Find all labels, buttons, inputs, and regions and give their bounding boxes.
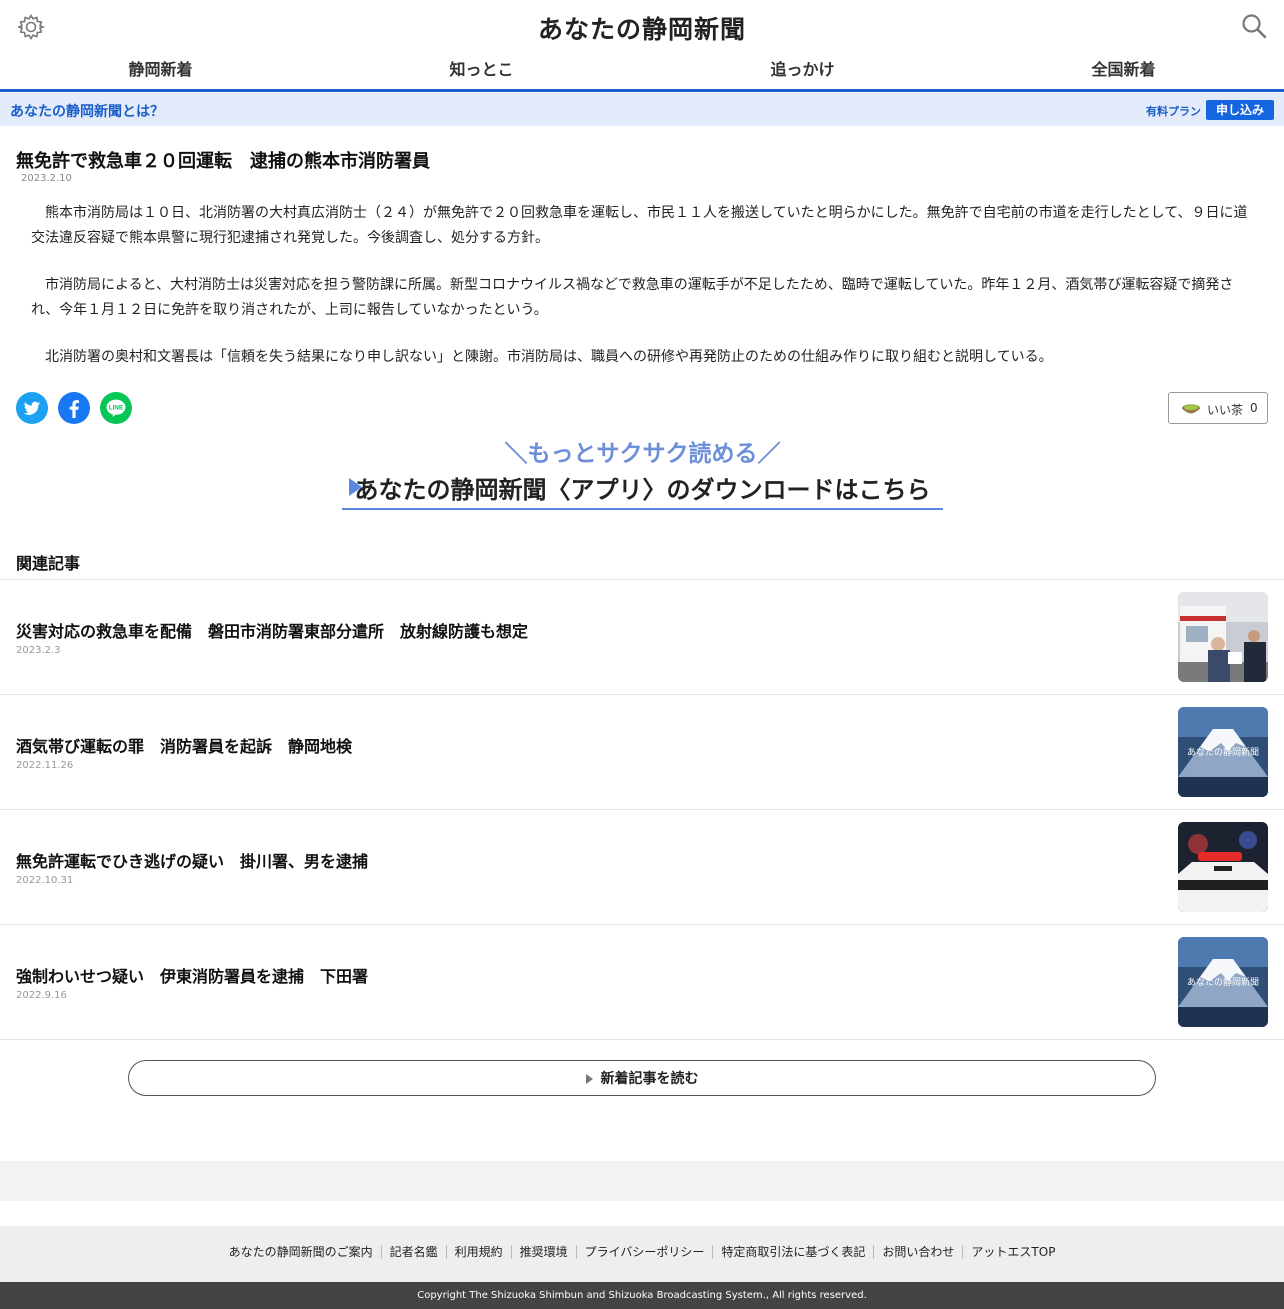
read-latest-label: 新着記事を読む: [600, 1071, 699, 1087]
svg-text:LINE: LINE: [109, 405, 124, 412]
article-title: 無免許で救急車２０回運転 逮捕の熊本市消防署員: [16, 151, 430, 172]
article-paragraph: 熊本市消防局は１０日、北消防署の大村真広消防士（２４）が無免許で２０回救急車を運…: [31, 205, 1248, 246]
tea-count: 0: [1250, 401, 1258, 415]
category-nav: 静岡新着 知っとこ 追っかけ 全国新着: [0, 52, 1284, 92]
site-title[interactable]: あなたの静岡新聞: [0, 10, 1284, 46]
list-item[interactable]: 強制わいせつ疑い 伊東消防署員を逮捕 下田署 2022.9.16 あなたの静岡新…: [0, 925, 1284, 1040]
list-item[interactable]: 災害対応の救急車を配備 磐田市消防署東部分遣所 放射線防護も想定 2023.2.…: [0, 580, 1284, 695]
banner-underline: [342, 508, 943, 510]
read-latest-button[interactable]: 新着記事を読む: [128, 1060, 1156, 1096]
related-title[interactable]: 強制わいせつ疑い 伊東消防署員を逮捕 下田署: [16, 963, 368, 987]
thumbnail-caption: あなたの静岡新聞: [1186, 978, 1259, 988]
footer-link-commerce-law[interactable]: 特定商取引法に基づく表記: [712, 1245, 874, 1259]
search-icon[interactable]: [1240, 12, 1268, 40]
tab-shittoko[interactable]: 知っとこ: [321, 52, 642, 89]
related-title[interactable]: 災害対応の救急車を配備 磐田市消防署東部分遣所 放射線防護も想定: [16, 618, 528, 642]
site-header: あなたの静岡新聞: [0, 0, 1284, 52]
tea-label: いい茶: [1207, 403, 1244, 417]
footer-link-atesu-top[interactable]: アットエスTOP: [962, 1245, 1064, 1259]
copyright: Copyright The Shizuoka Shimbun and Shizu…: [0, 1282, 1284, 1309]
about-link[interactable]: あなたの静岡新聞とは？: [10, 101, 164, 121]
info-bar: あなたの静岡新聞とは？ 有料プラン 申し込み: [0, 93, 1284, 126]
facebook-icon[interactable]: [58, 392, 90, 424]
thumbnail-caption: あなたの静岡新聞: [1186, 748, 1259, 758]
ambulance-photo-thumbnail[interactable]: [1178, 592, 1268, 682]
app-download-banner[interactable]: ＼もっとサクサク読める／ あなたの静岡新聞〈アプリ〉のダウンロードはこちら: [342, 430, 943, 512]
article-date: 2023.2.10: [21, 173, 72, 184]
footer-link-reporters[interactable]: 記者名鑑: [380, 1245, 446, 1259]
tab-national-new[interactable]: 全国新着: [963, 52, 1284, 89]
footer-link-environment[interactable]: 推奨環境: [510, 1245, 576, 1259]
footer-link-privacy[interactable]: プライバシーポリシー: [575, 1245, 713, 1259]
related-heading: 関連記事: [16, 554, 81, 573]
related-list: 災害対応の救急車を配備 磐田市消防署東部分遣所 放射線防護も想定 2023.2.…: [0, 579, 1284, 1040]
play-arrow-icon: [585, 1074, 593, 1084]
article-paragraph: 北消防署の奥村和文署長は「信頼を失う結果になり申し訳ない」と陳謝。市消防局は、職…: [45, 349, 1053, 365]
paid-plan-label[interactable]: 有料プラン: [1146, 103, 1201, 119]
mount-fuji-thumbnail[interactable]: あなたの静岡新聞: [1178, 937, 1268, 1027]
apply-button[interactable]: 申し込み: [1206, 100, 1274, 120]
footer-links: あなたの静岡新聞のご案内 記者名鑑 利用規約 推奨環境 プライバシーポリシー 特定商取引法…: [0, 1226, 1284, 1282]
tea-cup-icon: [1181, 401, 1201, 417]
related-date: 2022.11.26: [16, 760, 74, 771]
banner-tagline: ＼もっとサクサク読める／: [504, 441, 781, 467]
footer-link-terms[interactable]: 利用規約: [445, 1245, 511, 1259]
related-date: 2023.2.3: [16, 645, 61, 656]
banner-main-text: あなたの静岡新聞〈アプリ〉のダウンロードはこちら: [354, 476, 931, 504]
list-item[interactable]: 酒気帯び運転の罪 消防署員を起訴 静岡地検 2022.11.26 あなたの静岡新…: [0, 695, 1284, 810]
article-paragraph: 市消防局によると、大村消防士は災害対応を担う警防課に所属。新型コロナウイルス禍な…: [31, 277, 1234, 318]
tea-like-button[interactable]: いい茶 0: [1168, 392, 1268, 424]
related-date: 2022.10.31: [16, 875, 74, 886]
mount-fuji-thumbnail[interactable]: あなたの静岡新聞: [1178, 707, 1268, 797]
related-date: 2022.9.16: [16, 990, 67, 1001]
police-car-thumbnail[interactable]: [1178, 822, 1268, 912]
related-title[interactable]: 無免許運転でひき逃げの疑い 掛川署、男を逮捕: [16, 848, 368, 872]
footer-link-guide[interactable]: あなたの静岡新聞のご案内: [221, 1245, 381, 1259]
tab-shizuoka-new[interactable]: 静岡新着: [0, 52, 321, 89]
footer-link-contact[interactable]: お問い合わせ: [873, 1245, 963, 1259]
gray-spacer: [0, 1161, 1284, 1201]
related-title[interactable]: 酒気帯び運転の罪 消防署員を起訴 静岡地検: [16, 733, 352, 757]
line-icon[interactable]: LINE: [100, 392, 132, 424]
twitter-icon[interactable]: [16, 392, 48, 424]
tab-okkake[interactable]: 追っかけ: [642, 52, 963, 89]
list-item[interactable]: 無免許運転でひき逃げの疑い 掛川署、男を逮捕 2022.10.31: [0, 810, 1284, 925]
